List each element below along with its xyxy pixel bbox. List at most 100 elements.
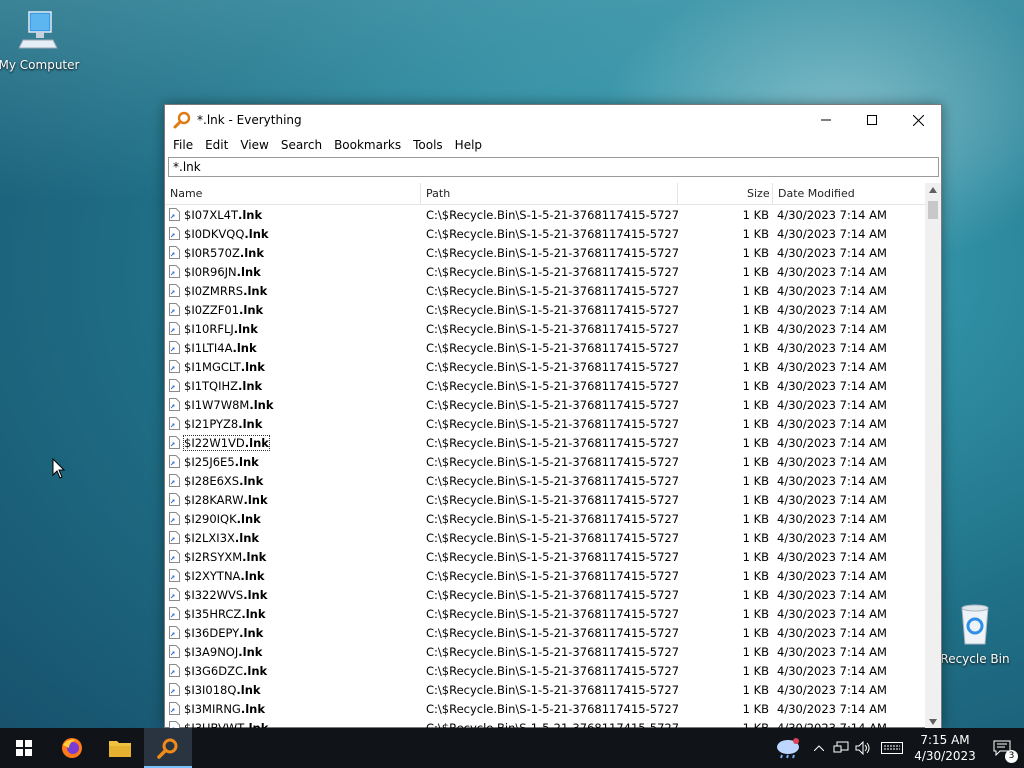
table-row[interactable]: $I07XL4T.lnk C:\$Recycle.Bin\S-1-5-21-376… bbox=[165, 206, 926, 225]
table-row[interactable]: $I1LTI4A.lnk C:\$Recycle.Bin\S-1-5-21-376… bbox=[165, 339, 926, 358]
column-path[interactable]: Path bbox=[426, 187, 450, 200]
menu-help[interactable]: Help bbox=[449, 138, 488, 152]
column-separator[interactable] bbox=[420, 183, 421, 205]
minimize-button[interactable] bbox=[803, 105, 849, 135]
file-path: C:\$Recycle.Bin\S-1-5-21-3768117415-5727… bbox=[426, 398, 678, 412]
menu-view[interactable]: View bbox=[234, 138, 274, 152]
file-path: C:\$Recycle.Bin\S-1-5-21-3768117415-5727… bbox=[426, 607, 678, 621]
table-row[interactable]: $I0R96JN.lnk C:\$Recycle.Bin\S-1-5-21-376… bbox=[165, 263, 926, 282]
table-row[interactable]: $I2XYTNA.lnk C:\$Recycle.Bin\S-1-5-21-376… bbox=[165, 567, 926, 586]
menu-search[interactable]: Search bbox=[275, 138, 328, 152]
table-row[interactable]: $I1W7W8M.lnk C:\$Recycle.Bin\S-1-5-21-376… bbox=[165, 396, 926, 415]
scroll-thumb[interactable] bbox=[928, 201, 938, 219]
close-button[interactable] bbox=[895, 105, 941, 135]
column-date-modified[interactable]: Date Modified bbox=[778, 187, 855, 200]
table-row[interactable]: $I2RSYXM.lnk C:\$Recycle.Bin\S-1-5-21-376… bbox=[165, 548, 926, 567]
results-list: $I07XL4T.lnk C:\$Recycle.Bin\S-1-5-21-376… bbox=[165, 206, 926, 729]
table-row[interactable]: $I35HRCZ.lnk C:\$Recycle.Bin\S-1-5-21-376… bbox=[165, 605, 926, 624]
file-name: $I1MGCLT.lnk bbox=[169, 360, 265, 374]
taskbar-file-explorer[interactable] bbox=[96, 728, 144, 768]
file-name: $I1TQIHZ.lnk bbox=[169, 379, 262, 393]
table-row[interactable]: $I28KARW.lnk C:\$Recycle.Bin\S-1-5-21-376… bbox=[165, 491, 926, 510]
table-row[interactable]: $I290IQK.lnk C:\$Recycle.Bin\S-1-5-21-376… bbox=[165, 510, 926, 529]
everything-search-icon bbox=[157, 738, 178, 759]
column-separator[interactable] bbox=[772, 183, 773, 205]
file-extension: .lnk bbox=[239, 474, 264, 488]
file-extension: .lnk bbox=[239, 303, 264, 317]
file-date-modified: 4/30/2023 7:14 AM bbox=[777, 702, 887, 716]
table-row[interactable]: $I0ZZF01.lnk C:\$Recycle.Bin\S-1-5-21-376… bbox=[165, 301, 926, 320]
file-extension: .lnk bbox=[240, 360, 265, 374]
table-row[interactable]: $I10RFLJ.lnk C:\$Recycle.Bin\S-1-5-21-376… bbox=[165, 320, 926, 339]
table-row[interactable]: $I3A9NOJ.lnk C:\$Recycle.Bin\S-1-5-21-376… bbox=[165, 643, 926, 662]
table-row[interactable]: $I0R570Z.lnk C:\$Recycle.Bin\S-1-5-21-376… bbox=[165, 244, 926, 263]
file-date-modified: 4/30/2023 7:14 AM bbox=[777, 265, 887, 279]
clock[interactable]: 7:15 AM 4/30/2023 bbox=[910, 732, 980, 764]
file-name: $I28KARW.lnk bbox=[169, 493, 268, 507]
column-separator[interactable] bbox=[677, 183, 678, 205]
table-row[interactable]: $I0DKVQQ.lnk C:\$Recycle.Bin\S-1-5-21-376… bbox=[165, 225, 926, 244]
table-row[interactable]: $I1TQIHZ.lnk C:\$Recycle.Bin\S-1-5-21-376… bbox=[165, 377, 926, 396]
file-size: 1 KB bbox=[742, 702, 769, 716]
file-name-prefix: $I28KARW bbox=[184, 493, 244, 507]
menu-file[interactable]: File bbox=[167, 138, 199, 152]
menu-tools[interactable]: Tools bbox=[407, 138, 449, 152]
file-path: C:\$Recycle.Bin\S-1-5-21-3768117415-5727… bbox=[426, 493, 678, 507]
menu-bookmarks[interactable]: Bookmarks bbox=[328, 138, 407, 152]
menu-edit[interactable]: Edit bbox=[199, 138, 234, 152]
weather-button[interactable] bbox=[768, 728, 808, 768]
table-row[interactable]: $I25J6E5.lnk C:\$Recycle.Bin\S-1-5-21-376… bbox=[165, 453, 926, 472]
shortcut-file-icon bbox=[169, 322, 180, 335]
computer-icon bbox=[0, 10, 84, 55]
file-name: $I0ZZF01.lnk bbox=[169, 303, 263, 317]
file-extension: .lnk bbox=[244, 436, 269, 450]
volume-button[interactable] bbox=[852, 728, 874, 768]
file-name: $I3G6DZC.lnk bbox=[169, 664, 267, 678]
column-size[interactable]: Size bbox=[747, 187, 770, 200]
file-name-prefix: $I35HRCZ bbox=[184, 607, 242, 621]
scroll-down-icon[interactable] bbox=[929, 719, 937, 725]
vertical-scrollbar[interactable] bbox=[925, 183, 941, 729]
shortcut-file-icon bbox=[169, 512, 180, 525]
file-size: 1 KB bbox=[742, 303, 769, 317]
taskbar-firefox[interactable] bbox=[48, 728, 96, 768]
file-name-prefix: $I0ZMRRS bbox=[184, 284, 244, 298]
table-row[interactable]: $I28E6XS.lnk C:\$Recycle.Bin\S-1-5-21-376… bbox=[165, 472, 926, 491]
table-row[interactable]: $I36DEPY.lnk C:\$Recycle.Bin\S-1-5-21-376… bbox=[165, 624, 926, 643]
file-name-prefix: $I322WVS bbox=[184, 588, 244, 602]
title-bar[interactable]: *.lnk - Everything bbox=[165, 105, 941, 135]
table-row[interactable]: $I3MIRNG.lnk C:\$Recycle.Bin\S-1-5-21-376… bbox=[165, 700, 926, 719]
table-row[interactable]: $I2LXI3X.lnk C:\$Recycle.Bin\S-1-5-21-376… bbox=[165, 529, 926, 548]
table-row[interactable]: $I22W1VD.lnk C:\$Recycle.Bin\S-1-5-21-376… bbox=[165, 434, 926, 453]
file-date-modified: 4/30/2023 7:14 AM bbox=[777, 664, 887, 678]
file-name: $I1LTI4A.lnk bbox=[169, 341, 257, 355]
table-row[interactable]: $I3G6DZC.lnk C:\$Recycle.Bin\S-1-5-21-376… bbox=[165, 662, 926, 681]
scroll-up-icon[interactable] bbox=[929, 187, 937, 193]
column-header: Name Path Size Date Modified bbox=[165, 183, 926, 205]
file-size: 1 KB bbox=[742, 246, 769, 260]
column-name[interactable]: Name bbox=[170, 187, 202, 200]
file-name-prefix: $I22W1VD bbox=[184, 436, 245, 450]
table-row[interactable]: $I3I018Q.lnk C:\$Recycle.Bin\S-1-5-21-376… bbox=[165, 681, 926, 700]
table-row[interactable]: $I322WVS.lnk C:\$Recycle.Bin\S-1-5-21-376… bbox=[165, 586, 926, 605]
search-input[interactable]: *.lnk bbox=[168, 157, 939, 177]
desktop-icon-label: Recycle Bin bbox=[940, 652, 1010, 666]
table-row[interactable]: $I1MGCLT.lnk C:\$Recycle.Bin\S-1-5-21-376… bbox=[165, 358, 926, 377]
file-path: C:\$Recycle.Bin\S-1-5-21-3768117415-5727… bbox=[426, 284, 678, 298]
desktop-icon-my-computer[interactable]: My Computer bbox=[0, 10, 84, 72]
touch-keyboard-button[interactable] bbox=[874, 728, 910, 768]
file-size: 1 KB bbox=[742, 322, 769, 336]
maximize-button[interactable] bbox=[849, 105, 895, 135]
file-date-modified: 4/30/2023 7:14 AM bbox=[777, 379, 887, 393]
network-button[interactable] bbox=[830, 728, 852, 768]
start-button[interactable] bbox=[0, 728, 48, 768]
notification-center-button[interactable]: 3 bbox=[980, 728, 1024, 768]
file-path: C:\$Recycle.Bin\S-1-5-21-3768117415-5727… bbox=[426, 265, 678, 279]
desktop-icon-recycle-bin[interactable]: Recycle Bin bbox=[930, 602, 1020, 666]
show-hidden-icons-button[interactable] bbox=[808, 728, 830, 768]
file-name: $I3MIRNG.lnk bbox=[169, 702, 265, 716]
taskbar-everything[interactable] bbox=[144, 728, 192, 768]
file-path: C:\$Recycle.Bin\S-1-5-21-3768117415-5727… bbox=[426, 436, 678, 450]
table-row[interactable]: $I21PYZ8.lnk C:\$Recycle.Bin\S-1-5-21-376… bbox=[165, 415, 926, 434]
table-row[interactable]: $I0ZMRRS.lnk C:\$Recycle.Bin\S-1-5-21-376… bbox=[165, 282, 926, 301]
